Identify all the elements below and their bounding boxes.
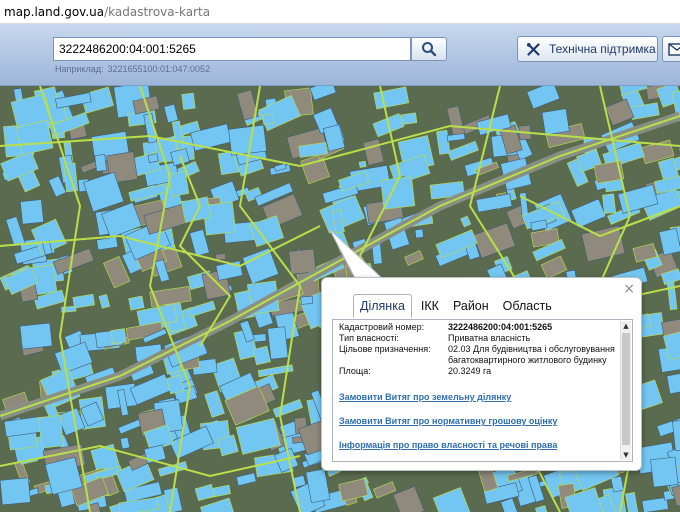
popup-scrollbar[interactable]: ▲ ▼ — [620, 321, 631, 460]
mail-button[interactable] — [662, 36, 680, 62]
scroll-down-icon[interactable]: ▼ — [621, 450, 631, 460]
property-value: 20.3249 га — [448, 366, 492, 376]
land-parcel[interactable] — [128, 295, 145, 311]
scroll-up-icon[interactable]: ▲ — [621, 321, 631, 331]
land-parcel[interactable] — [168, 170, 190, 197]
land-parcel[interactable] — [602, 193, 617, 214]
parcel-properties: Кадастровий номер: 3222486200:04:001:526… — [339, 322, 615, 377]
land-parcel[interactable] — [414, 228, 424, 239]
search-button[interactable] — [411, 37, 447, 61]
property-key: Цільове призначення: — [339, 344, 431, 354]
land-parcel[interactable] — [650, 456, 679, 488]
support-label: Технічна підтримка — [549, 42, 656, 56]
tab-district[interactable]: Район — [448, 296, 494, 317]
land-parcel[interactable] — [541, 108, 570, 136]
popup-tabs: Ділянка ІКК Район Область — [353, 293, 561, 318]
parcel-info-popup: × Ділянка ІКК Район Область Кадастровий … — [321, 277, 642, 471]
mail-icon — [668, 42, 680, 56]
header-bar: Наприклад:3221655100:01:047:0052 Технічн… — [0, 24, 680, 86]
url-path: /kadastrova-karta — [104, 4, 211, 19]
land-parcel[interactable] — [110, 328, 127, 345]
tab-parcel[interactable]: Ділянка — [353, 294, 412, 318]
property-key: Кадастровий номер: — [339, 322, 425, 332]
tab-panel-parcel: Кадастровий номер: 3222486200:04:001:526… — [332, 319, 633, 462]
property-value: 02.03 Для будівництва і обслуговування б… — [448, 344, 615, 365]
land-parcel[interactable] — [262, 113, 275, 125]
property-value: Приватна власність — [448, 333, 531, 343]
tools-icon — [526, 42, 540, 56]
popup-links: Замовити Витяг про земельну ділянку Замо… — [339, 392, 557, 461]
tab-ikk[interactable]: ІКК — [416, 296, 444, 317]
order-valuation-link[interactable]: Замовити Витяг про нормативну грошову оц… — [339, 416, 557, 426]
land-parcel[interactable] — [358, 160, 367, 168]
land-parcel[interactable] — [267, 326, 289, 360]
land-parcel[interactable] — [181, 92, 196, 110]
land-parcel[interactable] — [94, 154, 107, 172]
hint-label: Наприклад: — [55, 64, 104, 74]
land-parcel[interactable] — [610, 475, 625, 493]
url-bar[interactable]: map.land.gov.ua/kadastrova-karta — [0, 0, 680, 24]
url-domain: map.land.gov.ua — [4, 4, 105, 19]
property-row: Тип власності: Приватна власність — [339, 333, 615, 344]
cadastral-search-input[interactable] — [53, 37, 411, 61]
land-parcel[interactable] — [228, 124, 268, 156]
property-row: Площа: 20.3249 га — [339, 366, 615, 377]
land-parcel[interactable] — [38, 414, 64, 449]
land-parcel[interactable] — [300, 295, 314, 305]
support-button[interactable]: Технічна підтримка — [517, 36, 658, 62]
land-parcel[interactable] — [147, 153, 159, 164]
land-parcel[interactable] — [215, 252, 227, 261]
tab-region[interactable]: Область — [498, 296, 557, 317]
property-key: Тип власності: — [339, 333, 399, 343]
close-icon[interactable]: × — [623, 281, 635, 297]
property-value: 3222486200:04:001:5265 — [448, 322, 553, 332]
search-icon — [422, 42, 437, 57]
land-parcel[interactable] — [19, 322, 53, 350]
land-parcel[interactable] — [288, 248, 317, 275]
hint-value: 3221655100:01:047:0052 — [107, 64, 211, 74]
search-hint: Наприклад: 3221655100:01:047:0052 — [55, 64, 210, 74]
scroll-thumb[interactable] — [622, 333, 630, 445]
property-key: Площа: — [339, 366, 371, 376]
ownership-info-link[interactable]: Інформація про право власності та речові… — [339, 440, 557, 450]
order-extract-link[interactable]: Замовити Витяг про земельну ділянку — [339, 392, 557, 402]
property-row: Кадастровий номер: 3222486200:04:001:526… — [339, 322, 615, 333]
land-parcel[interactable] — [19, 199, 45, 225]
land-parcel[interactable] — [0, 477, 31, 506]
property-row: Цільове призначення: 02.03 Для будівницт… — [339, 344, 615, 366]
